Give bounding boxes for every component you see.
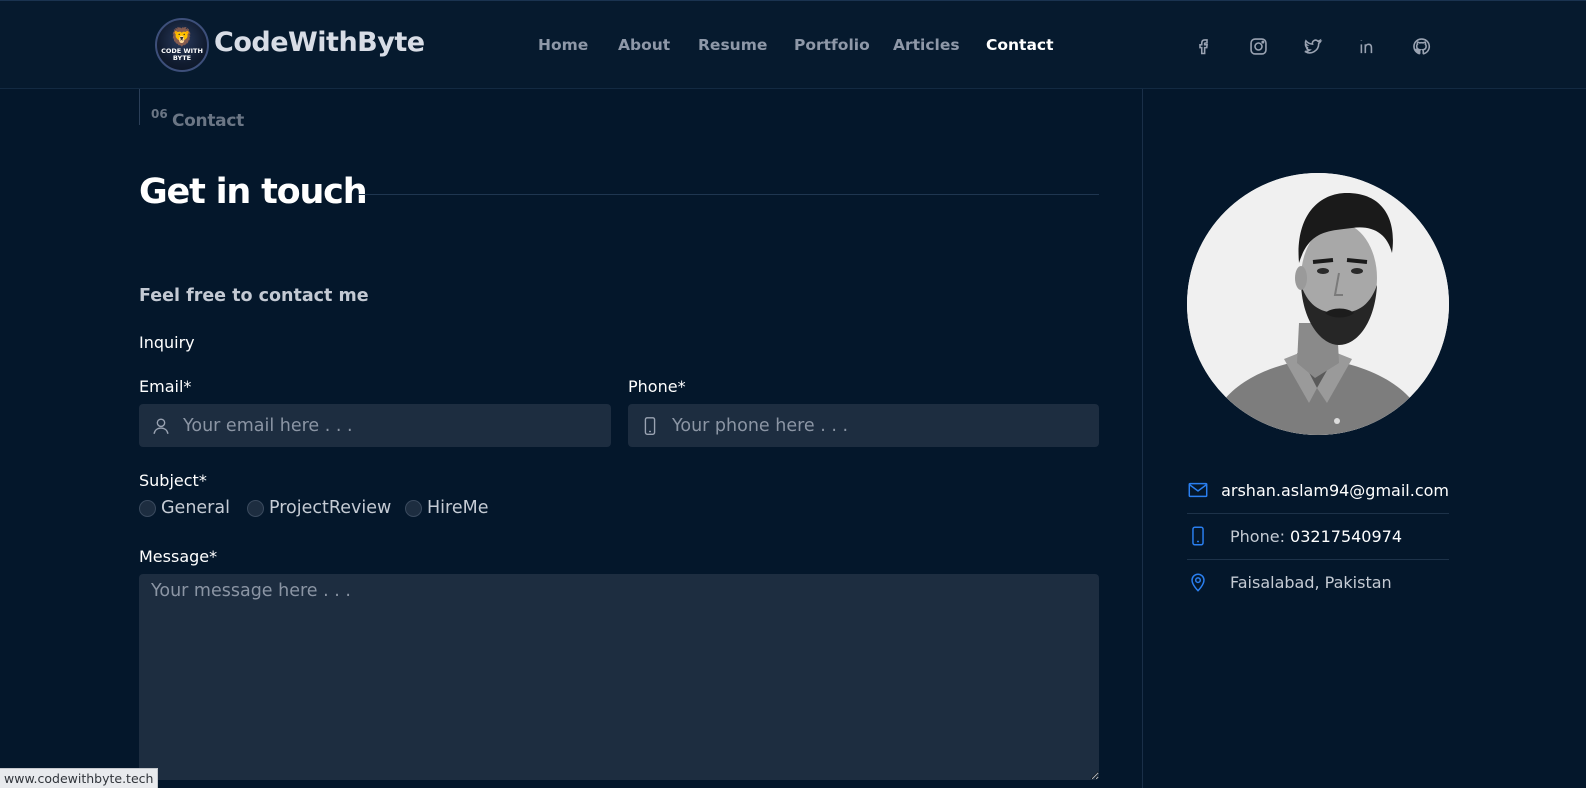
- message-input[interactable]: [139, 574, 1099, 780]
- section-name: Contact: [172, 111, 244, 131]
- email-label: Email*: [139, 377, 192, 396]
- site-logo[interactable]: 🦁 CODE WITH BYTE: [155, 18, 209, 72]
- facebook-icon[interactable]: [1190, 33, 1216, 59]
- nav-about[interactable]: About: [618, 36, 670, 54]
- mobile-icon: [628, 415, 672, 437]
- phone-field[interactable]: [628, 404, 1099, 447]
- linkedin-icon[interactable]: [1354, 33, 1380, 59]
- contact-phone[interactable]: Phone: 03217540974: [1230, 527, 1402, 546]
- github-icon[interactable]: [1408, 33, 1434, 59]
- subject-option-hireme[interactable]: HireMe: [405, 498, 488, 518]
- radio-label: ProjectReview: [269, 498, 392, 518]
- profile-photo: [1187, 173, 1449, 435]
- contact-phone-prefix: Phone:: [1230, 526, 1291, 546]
- subject-option-projectreview[interactable]: ProjectReview: [247, 498, 391, 518]
- email-input[interactable]: [183, 404, 611, 447]
- nav-articles[interactable]: Articles: [893, 36, 960, 54]
- section-number: 06: [151, 107, 168, 121]
- section-line: [139, 89, 140, 125]
- nav-home[interactable]: Home: [538, 36, 588, 54]
- contact-email[interactable]: arshan.aslam94@gmail.com: [1221, 481, 1449, 500]
- phone-label: Phone*: [628, 377, 686, 396]
- profile-portrait: [1187, 173, 1449, 435]
- twitter-icon[interactable]: [1299, 33, 1325, 59]
- mobile-icon: [1187, 525, 1230, 547]
- contact-email-row[interactable]: arshan.aslam94@gmail.com: [1187, 467, 1449, 513]
- user-icon: [139, 415, 183, 437]
- contact-subtitle: Feel free to contact me: [139, 286, 369, 306]
- phone-input[interactable]: [672, 404, 1099, 447]
- nav-contact[interactable]: Contact: [986, 36, 1054, 54]
- logo-text-line2: BYTE: [172, 53, 192, 62]
- radio-button[interactable]: [139, 499, 156, 517]
- nav-resume[interactable]: Resume: [698, 36, 767, 54]
- contact-location: Faisalabad, Pakistan: [1230, 572, 1392, 592]
- mail-icon: [1187, 479, 1221, 501]
- radio-label: General: [161, 498, 230, 518]
- column-divider: [1142, 89, 1143, 788]
- logo-text: CODE WITH BYTE: [161, 47, 203, 62]
- email-field[interactable]: [139, 404, 611, 447]
- radio-label: HireMe: [427, 498, 489, 518]
- contact-phone-row[interactable]: Phone: 03217540974: [1187, 513, 1449, 559]
- nav-portfolio[interactable]: Portfolio: [794, 36, 870, 54]
- title-rule: [358, 194, 1099, 195]
- inquiry-label: Inquiry: [139, 333, 195, 352]
- brand-name[interactable]: CodeWithByte: [214, 27, 425, 58]
- location-pin-icon: [1187, 571, 1230, 593]
- subject-option-general[interactable]: General: [139, 498, 230, 518]
- contact-location-row: Faisalabad, Pakistan: [1187, 559, 1449, 605]
- subject-label: Subject*: [139, 471, 207, 490]
- contact-phone-value: 03217540974: [1290, 526, 1403, 546]
- page-title: Get in touch: [139, 172, 368, 212]
- lion-icon: 🦁: [170, 26, 194, 48]
- radio-button[interactable]: [405, 499, 422, 517]
- instagram-icon[interactable]: [1245, 33, 1271, 59]
- contact-email-value: arshan.aslam94@gmail.com: [1221, 480, 1449, 500]
- message-label: Message*: [139, 547, 218, 566]
- site-header: 🦁 CODE WITH BYTE CodeWithByte Home About…: [0, 0, 1586, 89]
- status-bar-url: www.codewithbyte.tech: [0, 768, 159, 788]
- radio-button[interactable]: [247, 499, 264, 517]
